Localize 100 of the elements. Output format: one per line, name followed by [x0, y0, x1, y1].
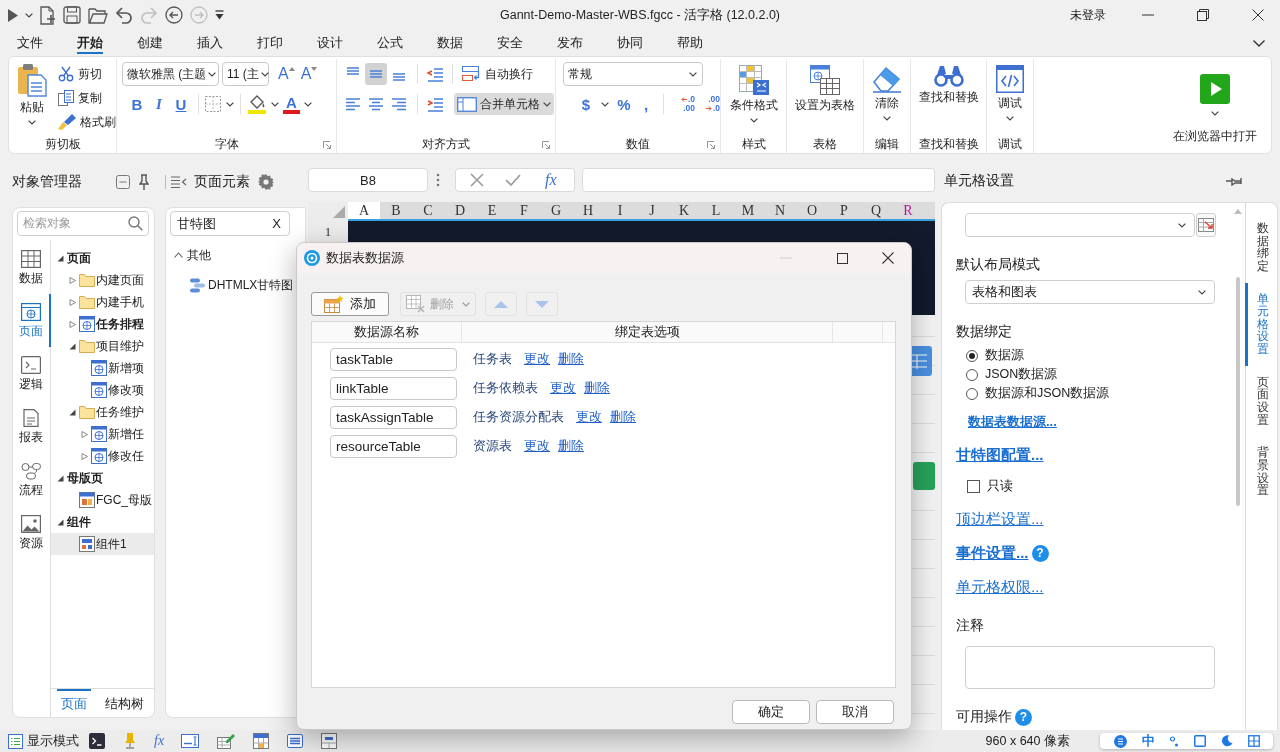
wrap-text-button[interactable]: 自动换行 — [459, 63, 536, 85]
number-style-button[interactable]: , — [635, 93, 657, 115]
find-button[interactable]: 查找和替换 — [918, 59, 979, 135]
dialog-launcher-icon[interactable] — [707, 141, 715, 149]
display-mode-button[interactable]: 显示模式 — [8, 732, 79, 750]
sidebar-tab[interactable]: 资源 — [13, 506, 51, 559]
layout-select[interactable]: 表格和图表 — [965, 280, 1215, 304]
tree-group[interactable]: 其他 — [166, 244, 305, 266]
new-file-icon[interactable] — [40, 5, 56, 25]
sidebar-tab[interactable]: 逻辑 — [13, 347, 51, 400]
panel-tab[interactable]: 结构树 — [101, 689, 148, 717]
tree-item[interactable]: 任务维护 — [51, 401, 154, 423]
menu-tab[interactable]: 公式 — [360, 30, 420, 56]
number-style-button[interactable]: % — [613, 93, 635, 115]
link[interactable]: 甘特图配置... — [956, 445, 1044, 465]
shrink-font-button[interactable]: A — [300, 63, 318, 85]
tree-item[interactable]: 组件1 — [51, 533, 154, 555]
caret-icon[interactable] — [601, 101, 609, 107]
font-size-select[interactable]: 11 (主 — [222, 62, 269, 86]
number-style-button[interactable]: $ — [575, 93, 597, 115]
data-source-name-field[interactable]: taskTable — [330, 348, 457, 371]
open-in-browser-button[interactable]: 在浏览器中打开 — [1173, 59, 1257, 153]
panel-tab[interactable]: 页面 — [57, 689, 91, 717]
caret-icon[interactable] — [271, 101, 279, 107]
increase-decimal-button[interactable]: .0 .00 — [675, 93, 695, 115]
menu-tab[interactable]: 协同 — [600, 30, 660, 56]
clear-button[interactable]: 清除 — [871, 59, 903, 135]
menu-tab[interactable]: 安全 — [480, 30, 540, 56]
tree-item[interactable]: FGC_母版 — [51, 489, 154, 511]
clear-search-button[interactable]: X — [270, 216, 283, 231]
link[interactable]: 删除 — [558, 438, 584, 455]
caret-icon[interactable] — [303, 101, 312, 107]
tree-item[interactable]: 修改任 — [51, 445, 154, 467]
tree-item[interactable]: 页面 — [51, 247, 154, 269]
dropdown-field[interactable] — [965, 213, 1195, 237]
column-header[interactable]: A — [348, 202, 380, 221]
more-icon[interactable] — [436, 173, 440, 187]
textbox-icon[interactable] — [181, 734, 200, 748]
tree-item[interactable]: 新增项 — [51, 357, 154, 379]
vertical-tab[interactable]: 数据绑定 — [1245, 212, 1277, 283]
function-button[interactable]: fx — [153, 732, 168, 750]
menu-tab[interactable]: 创建 — [120, 30, 180, 56]
tree-item[interactable]: 内建手机 — [51, 291, 154, 313]
check-icon[interactable] — [505, 174, 522, 186]
table-icon[interactable] — [321, 733, 338, 749]
maximize-icon[interactable] — [836, 252, 848, 264]
triangle-icon[interactable] — [57, 474, 64, 482]
data-source-name-field[interactable]: linkTable — [330, 377, 457, 400]
debug-button[interactable]: 调试 — [996, 59, 1024, 135]
save-icon[interactable] — [63, 6, 81, 24]
decrease-decimal-button[interactable]: .00 .0 — [700, 93, 720, 115]
radio-button[interactable] — [966, 368, 978, 381]
caret-icon[interactable] — [25, 12, 33, 18]
radio-button[interactable] — [966, 349, 978, 362]
grid-icon[interactable] — [1247, 735, 1260, 747]
moon-icon[interactable] — [1220, 735, 1233, 747]
dialog-launcher-icon[interactable] — [323, 141, 331, 149]
font-family-select[interactable]: 微软雅黑 (主题 — [122, 62, 219, 86]
tree-item[interactable]: 修改项 — [51, 379, 154, 401]
data-source-name-field[interactable]: resourceTable — [330, 435, 457, 458]
caret-icon[interactable] — [226, 101, 234, 107]
circle-logo-icon[interactable] — [1113, 734, 1127, 748]
folder-icon[interactable] — [88, 6, 108, 24]
pin-icon[interactable] — [139, 174, 149, 190]
link[interactable]: 删除 — [584, 380, 610, 397]
restore-icon[interactable] — [1197, 9, 1209, 21]
customize-dropdown-icon[interactable] — [215, 10, 224, 20]
pushpin-icon[interactable] — [123, 733, 137, 749]
vertical-tab[interactable]: 背景设置 — [1245, 436, 1277, 507]
menu-tab[interactable]: 文件 — [0, 30, 60, 56]
menu-tab[interactable]: 数据 — [420, 30, 480, 56]
fill-bucket-icon[interactable] — [247, 94, 267, 114]
radio-button[interactable] — [966, 387, 978, 400]
cancel-icon[interactable] — [470, 173, 485, 187]
close-icon[interactable] — [882, 252, 894, 264]
pin-icon[interactable] — [1226, 176, 1242, 186]
row-header[interactable]: 1 — [324, 225, 332, 239]
number-format-select[interactable]: 常规 — [563, 62, 703, 86]
link[interactable]: 顶边栏设置... — [956, 509, 1044, 529]
formula-field[interactable] — [582, 168, 935, 192]
collapse-icon[interactable] — [116, 175, 130, 189]
list-icon[interactable] — [287, 734, 304, 748]
link[interactable]: 事件设置... — [956, 543, 1029, 563]
vertical-tab[interactable]: 页面设置 — [1245, 365, 1277, 437]
table-icon[interactable] — [253, 733, 270, 749]
underline-button[interactable]: U — [170, 93, 192, 115]
link[interactable]: 更改 — [524, 351, 550, 368]
vertical-tab[interactable]: 单元格设置 — [1245, 282, 1277, 366]
triangle-icon[interactable] — [69, 408, 76, 416]
cell-name-field[interactable]: B8 — [308, 168, 428, 192]
font-color-button[interactable]: A — [283, 93, 300, 115]
sidebar-tab[interactable]: 页面 — [13, 294, 51, 347]
dialog-launcher-icon[interactable] — [542, 141, 550, 149]
grow-font-button[interactable]: A — [278, 63, 295, 85]
undo-icon[interactable] — [115, 6, 133, 24]
triangle-icon[interactable] — [57, 254, 64, 262]
chevron-up-icon[interactable] — [174, 252, 183, 258]
tree-item[interactable]: 内建页面 — [51, 269, 154, 291]
dialog-button[interactable]: 确定 — [732, 700, 810, 724]
bold-button[interactable]: B — [126, 93, 148, 115]
